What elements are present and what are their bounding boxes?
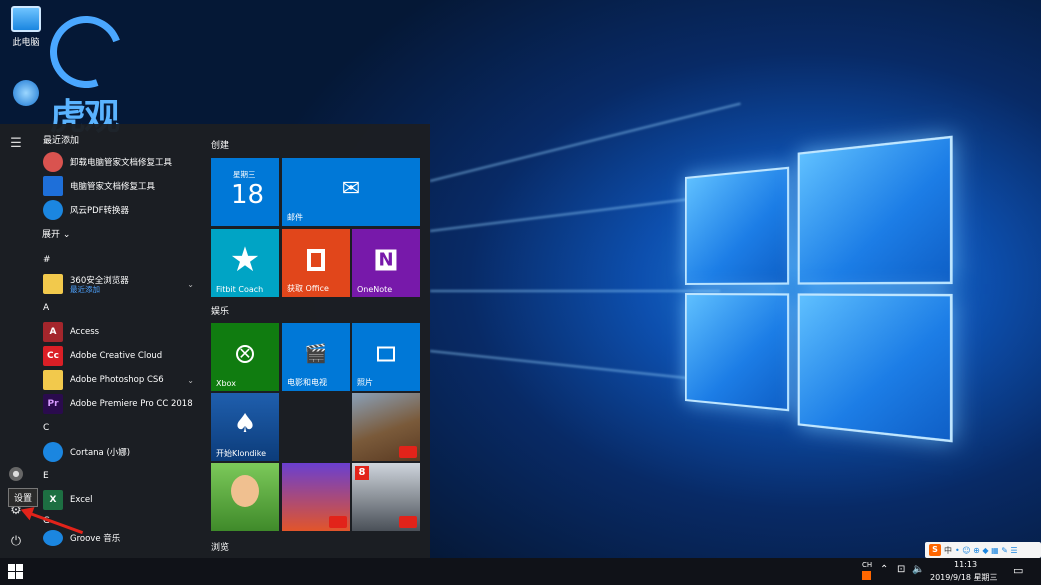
- chevron-down-icon: ⌄: [187, 280, 194, 289]
- game-badge: [399, 446, 417, 458]
- star-icon: ★: [230, 240, 260, 280]
- expand-link[interactable]: 展开 ⌄: [36, 226, 202, 244]
- tile-game-dragon[interactable]: [282, 463, 350, 531]
- tile-area: 创建 星期三 18 ✉ 邮件 ★ Fitbit Coach 获取 Office …: [211, 124, 426, 558]
- sogou-tray-icon[interactable]: [862, 571, 871, 580]
- tile-mail[interactable]: ✉ 邮件: [282, 158, 420, 226]
- network-icon[interactable]: ⊡: [897, 564, 905, 575]
- user-avatar-icon[interactable]: ●: [9, 467, 23, 481]
- windows-icon: [8, 564, 24, 579]
- globe-icon: [13, 80, 39, 106]
- chevron-down-icon: ⌄: [187, 376, 194, 385]
- excel-icon: X: [43, 490, 63, 510]
- section-title-play: 娱乐: [211, 304, 229, 317]
- group-letter[interactable]: C: [36, 416, 202, 440]
- language-indicator[interactable]: CH: [862, 561, 872, 569]
- groove-icon: [43, 530, 63, 546]
- game-logo-8: 8: [355, 466, 369, 480]
- group-letter[interactable]: #: [36, 248, 202, 272]
- section-title-browse: 浏览: [211, 540, 229, 553]
- volume-icon[interactable]: 🔈: [912, 564, 924, 575]
- tile-onenote[interactable]: N OneNote: [352, 229, 420, 297]
- shield-icon: [43, 176, 63, 196]
- desktop-icon-network[interactable]: [0, 80, 52, 109]
- office-icon: [307, 249, 325, 271]
- clock-date[interactable]: 2019/9/18 星期三: [930, 572, 998, 583]
- game-badge: [399, 516, 417, 528]
- tile-game-strategy[interactable]: [352, 393, 420, 461]
- game-badge: [329, 516, 347, 528]
- hamburger-icon[interactable]: ☰: [6, 134, 26, 154]
- ime-tool-icons: • ☺ ⊕ ◆ ▦ ✎ ☰: [955, 546, 1018, 555]
- chevron-up-icon[interactable]: ⌃: [880, 564, 888, 575]
- clapperboard-icon: 🎬: [305, 343, 327, 364]
- light-beam: [430, 193, 728, 232]
- tile-xbox[interactable]: ✕ Xbox: [211, 323, 279, 391]
- tile-solitaire[interactable]: ♠ 开始Klondike: [211, 393, 279, 461]
- list-item[interactable]: Adobe Photoshop CS6 ⌄: [36, 368, 202, 392]
- section-title-create: 创建: [211, 138, 229, 151]
- pdf-converter-icon: [43, 200, 63, 220]
- photo-icon: [377, 346, 395, 361]
- mail-icon: ✉: [342, 176, 360, 201]
- folder-icon: [43, 274, 63, 294]
- start-menu: ☰ ● ⚙ ⏻ 最近添加 卸载电脑管家文档修复工具 电脑管家文档修复工具 风云P…: [0, 124, 430, 558]
- desktop-icon-this-pc[interactable]: 此电脑: [0, 6, 52, 48]
- desktop-icon-label: 此电脑: [0, 35, 52, 48]
- list-item[interactable]: 360安全浏览器 最近添加 ⌄: [36, 272, 202, 296]
- light-beam: [430, 350, 719, 382]
- notification-icon[interactable]: ▭: [1013, 564, 1023, 577]
- calendar-date: 18: [231, 180, 264, 210]
- start-button[interactable]: [8, 564, 24, 580]
- group-letter[interactable]: A: [36, 296, 202, 320]
- creative-cloud-icon: Cc: [43, 346, 63, 366]
- xbox-icon: ✕: [236, 345, 254, 363]
- windows-logo-wallpaper: [685, 136, 953, 443]
- list-item[interactable]: Cc Adobe Creative Cloud: [36, 344, 202, 368]
- app-list: 最近添加 卸载电脑管家文档修复工具 电脑管家文档修复工具 风云PDF转换器 展开…: [36, 132, 202, 546]
- light-beam: [430, 290, 720, 292]
- clock-time[interactable]: 11:13: [954, 560, 977, 569]
- access-icon: A: [43, 322, 63, 342]
- tile-fitbit[interactable]: ★ Fitbit Coach: [211, 229, 279, 297]
- tile-office[interactable]: 获取 Office: [282, 229, 350, 297]
- sogou-icon: S: [929, 544, 941, 556]
- taskbar: CH ⌃ ⊡ 🔈 11:13 2019/9/18 星期三 ▭: [0, 558, 1041, 585]
- character-avatar: [231, 475, 259, 507]
- folder-icon: [43, 370, 63, 390]
- watermark-logo: 虎观: [48, 16, 128, 136]
- calendar-weekday: 星期三: [233, 169, 256, 180]
- uninstall-tool-icon: [43, 152, 63, 172]
- watermark-glyph: [38, 4, 134, 100]
- cards-icon: ♠: [233, 409, 256, 439]
- list-item[interactable]: 风云PDF转换器: [36, 198, 202, 222]
- recent-header: 最近添加: [36, 132, 202, 150]
- tile-movies[interactable]: 🎬 电影和电视: [282, 323, 350, 391]
- group-letter[interactable]: E: [36, 464, 202, 488]
- tile-calendar[interactable]: 星期三 18: [211, 158, 279, 226]
- tile-game-gardenscapes[interactable]: [211, 463, 279, 531]
- list-item[interactable]: 卸载电脑管家文档修复工具: [36, 150, 202, 174]
- list-item[interactable]: Groove 音乐: [36, 530, 202, 546]
- tile-photos[interactable]: 照片: [352, 323, 420, 391]
- computer-icon: [11, 6, 41, 32]
- list-item[interactable]: X Excel: [36, 488, 202, 512]
- list-item[interactable]: Cortana (小娜): [36, 440, 202, 464]
- list-item[interactable]: 电脑管家文档修复工具: [36, 174, 202, 198]
- ime-mode-label[interactable]: 中: [944, 545, 952, 556]
- ime-toolbar[interactable]: S 中 • ☺ ⊕ ◆ ▦ ✎ ☰: [925, 542, 1041, 558]
- power-icon[interactable]: ⏻: [6, 532, 26, 552]
- premiere-icon: Pr: [43, 394, 63, 414]
- group-letter[interactable]: G: [36, 512, 202, 530]
- cortana-icon: [43, 442, 63, 462]
- list-item[interactable]: Pr Adobe Premiere Pro CC 2018: [36, 392, 202, 416]
- onenote-icon: N: [375, 249, 396, 270]
- list-item[interactable]: A Access: [36, 320, 202, 344]
- tile-game-asphalt[interactable]: 8: [352, 463, 420, 531]
